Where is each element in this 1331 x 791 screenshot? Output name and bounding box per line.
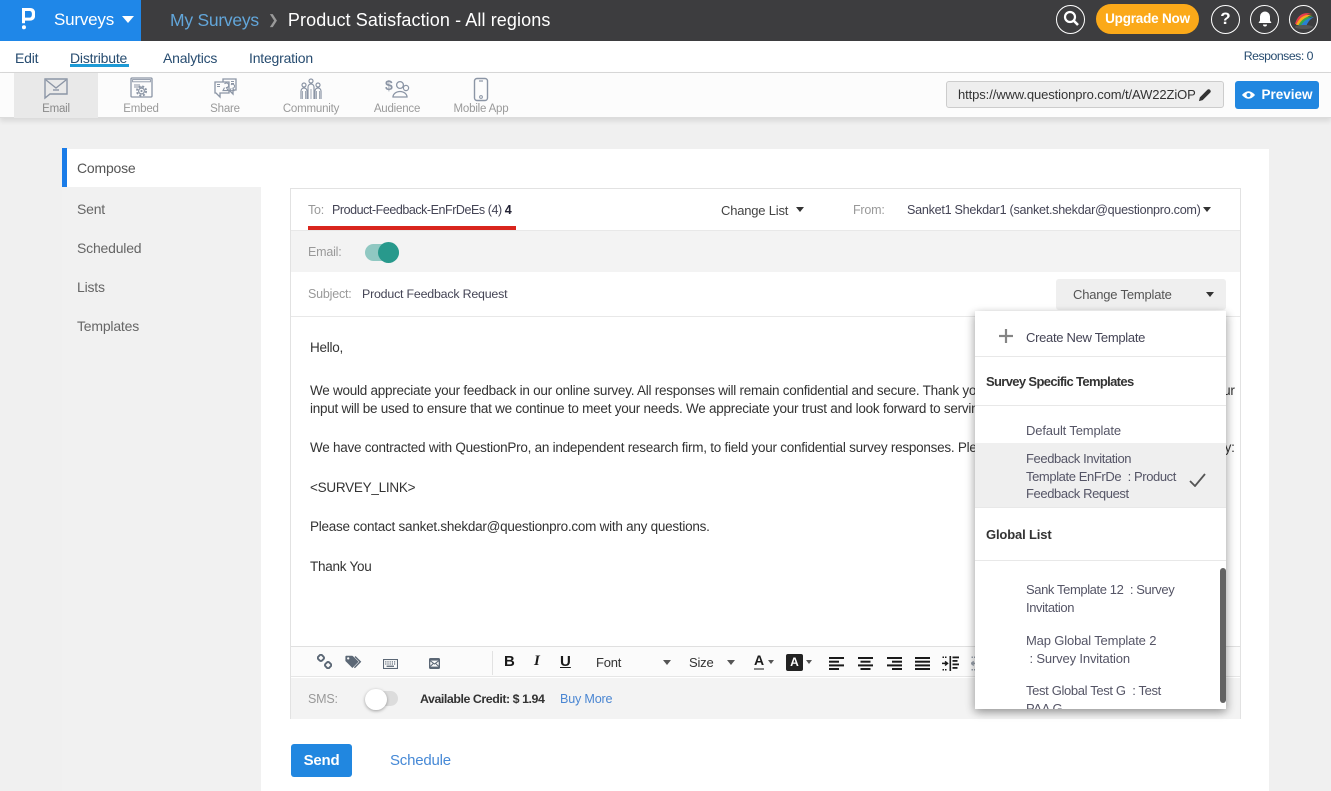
- svg-text:$: $: [385, 77, 393, 93]
